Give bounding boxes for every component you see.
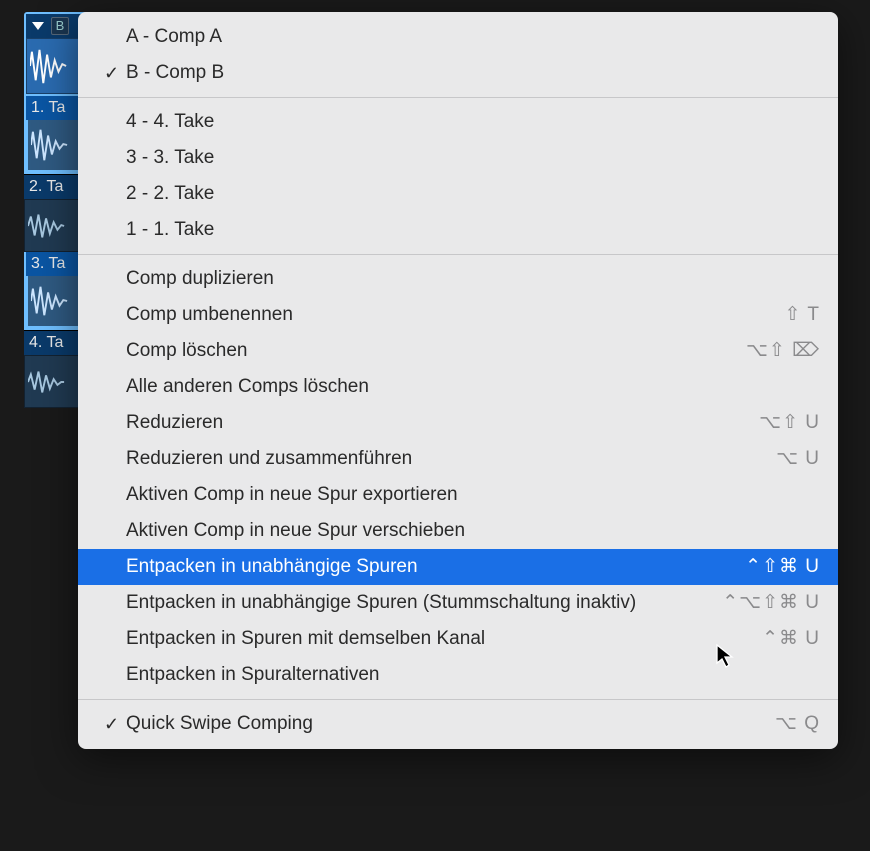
menu-item-label: Reduzieren xyxy=(126,405,759,441)
menu-item[interactable]: 2 - 2. Take xyxy=(78,176,838,212)
menu-item[interactable]: A - Comp A xyxy=(78,19,838,55)
menu-separator xyxy=(78,699,838,700)
menu-item-shortcut: ⇧ T xyxy=(785,297,820,333)
menu-item-label: Entpacken in unabhängige Spuren xyxy=(126,549,745,585)
menu-item-label: B - Comp B xyxy=(126,55,820,91)
menu-item-shortcut: ⌃⌥⇧⌘ U xyxy=(722,585,820,621)
menu-item[interactable]: Aktiven Comp in neue Spur verschieben xyxy=(78,513,838,549)
menu-item[interactable]: ✓Quick Swipe Comping⌥ Q xyxy=(78,706,838,742)
menu-item[interactable]: 3 - 3. Take xyxy=(78,140,838,176)
menu-item[interactable]: Aktiven Comp in neue Spur exportieren xyxy=(78,477,838,513)
menu-item-shortcut: ⌥⇧ ⌦ xyxy=(746,333,820,369)
comp-selector-button[interactable]: B xyxy=(51,17,69,35)
menu-item-label: 2 - 2. Take xyxy=(126,176,820,212)
menu-item-shortcut: ⌥ U xyxy=(776,441,820,477)
menu-item-label: Aktiven Comp in neue Spur exportieren xyxy=(126,477,820,513)
menu-item-shortcut: ⌃⇧⌘ U xyxy=(745,549,820,585)
take-lane-label: 3. Ta xyxy=(31,255,65,272)
menu-item-label: Entpacken in Spuren mit demselben Kanal xyxy=(126,621,762,657)
menu-item[interactable]: Entpacken in unabhängige Spuren⌃⇧⌘ U xyxy=(78,549,838,585)
menu-item[interactable]: 1 - 1. Take xyxy=(78,212,838,248)
menu-item-label: 4 - 4. Take xyxy=(126,104,820,140)
menu-item-shortcut: ⌃⌘ U xyxy=(762,621,820,657)
menu-item[interactable]: Entpacken in Spuralternativen xyxy=(78,657,838,693)
menu-separator xyxy=(78,97,838,98)
menu-item-label: Reduzieren und zusammenführen xyxy=(126,441,776,477)
menu-item-label: Alle anderen Comps löschen xyxy=(126,369,820,405)
take-folder-context-menu: A - Comp A✓B - Comp B4 - 4. Take3 - 3. T… xyxy=(78,12,838,749)
menu-separator xyxy=(78,254,838,255)
menu-item[interactable]: Entpacken in unabhängige Spuren (Stummsc… xyxy=(78,585,838,621)
menu-item-label: A - Comp A xyxy=(126,19,820,55)
menu-item[interactable]: Entpacken in Spuren mit demselben Kanal⌃… xyxy=(78,621,838,657)
menu-item-label: 3 - 3. Take xyxy=(126,140,820,176)
take-lane-label: 4. Ta xyxy=(29,334,63,351)
menu-item[interactable]: Reduzieren und zusammenführen⌥ U xyxy=(78,441,838,477)
menu-item-label: Entpacken in unabhängige Spuren (Stummsc… xyxy=(126,585,722,621)
menu-item-label: Entpacken in Spuralternativen xyxy=(126,657,820,693)
menu-item[interactable]: 4 - 4. Take xyxy=(78,104,838,140)
menu-item[interactable]: Comp duplizieren xyxy=(78,261,838,297)
menu-item[interactable]: Comp umbenennen⇧ T xyxy=(78,297,838,333)
checkmark-icon: ✓ xyxy=(104,55,126,91)
checkmark-icon: ✓ xyxy=(104,706,126,742)
menu-item-label: Quick Swipe Comping xyxy=(126,706,775,742)
menu-item-shortcut: ⌥⇧ U xyxy=(759,405,820,441)
menu-item[interactable]: Reduzieren⌥⇧ U xyxy=(78,405,838,441)
menu-item-label: 1 - 1. Take xyxy=(126,212,820,248)
disclosure-triangle-icon[interactable] xyxy=(32,22,44,30)
take-lane-label: 2. Ta xyxy=(29,178,63,195)
menu-item[interactable]: Alle anderen Comps löschen xyxy=(78,369,838,405)
menu-item-shortcut: ⌥ Q xyxy=(775,706,820,742)
menu-item-label: Comp löschen xyxy=(126,333,746,369)
take-lane-label: 1. Ta xyxy=(31,99,65,116)
menu-item-label: Comp duplizieren xyxy=(126,261,820,297)
menu-item-label: Comp umbenennen xyxy=(126,297,785,333)
menu-item[interactable]: ✓B - Comp B xyxy=(78,55,838,91)
menu-item[interactable]: Comp löschen⌥⇧ ⌦ xyxy=(78,333,838,369)
menu-item-label: Aktiven Comp in neue Spur verschieben xyxy=(126,513,820,549)
